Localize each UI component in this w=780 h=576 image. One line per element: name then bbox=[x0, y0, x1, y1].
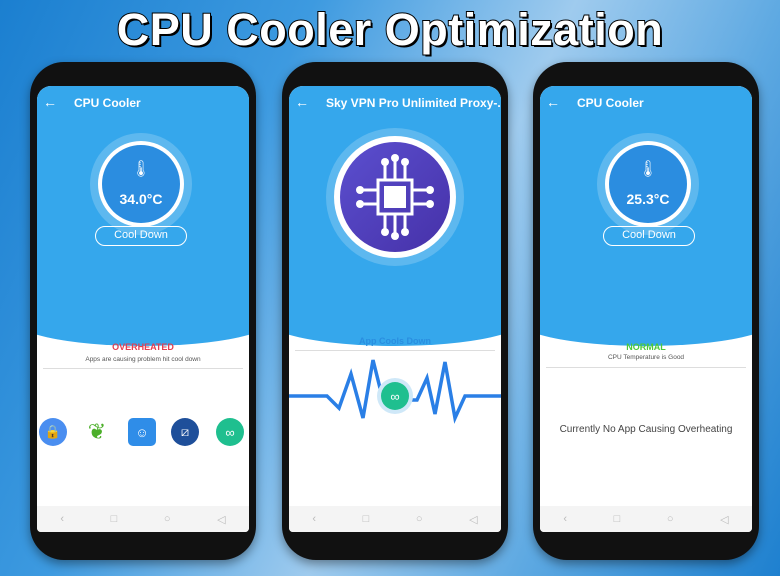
thermometer-icon: 🌡 bbox=[637, 161, 659, 178]
no-app-message: Currently No App Causing Overheating bbox=[559, 424, 733, 435]
status-label: App Cools Down bbox=[359, 336, 431, 346]
cpu-chip-badge bbox=[334, 136, 456, 258]
header-curve bbox=[540, 286, 752, 346]
app-title: CPU Cooler bbox=[74, 96, 141, 110]
screen: ← CPU Cooler 🌡 34.0°C Cool Down OVERHEAT… bbox=[37, 86, 249, 532]
back-arrow-icon[interactable]: ← bbox=[43, 94, 57, 110]
back-arrow-icon[interactable]: ← bbox=[295, 94, 309, 110]
screen: ← Sky VPN Pro Unlimited Proxy-... App Co… bbox=[289, 86, 501, 532]
temperature-gauge: 🌡 34.0°C bbox=[98, 141, 184, 227]
app-title: CPU Cooler bbox=[577, 96, 644, 110]
nav-collapse-icon[interactable]: ‹ bbox=[312, 513, 316, 525]
dna-icon[interactable]: ⧄ bbox=[171, 418, 199, 446]
status-label: OVERHEATED bbox=[112, 342, 174, 352]
nav-home-icon[interactable]: ○ bbox=[164, 513, 171, 525]
system-nav-bar: ‹ □ ○ ◁ bbox=[540, 506, 752, 532]
nav-back-icon[interactable]: ◁ bbox=[720, 513, 728, 526]
thermometer-icon: 🌡 bbox=[130, 161, 152, 178]
vpn-link-icon: ∞ bbox=[381, 382, 409, 410]
app-lock-icon[interactable]: 🔒 bbox=[39, 418, 67, 446]
cool-down-button[interactable]: Cool Down bbox=[95, 226, 187, 246]
vpn-link-icon[interactable]: ∞ bbox=[216, 418, 244, 446]
keyboard-smile-icon[interactable]: ☺ bbox=[128, 418, 156, 446]
system-nav-bar: ‹ □ ○ ◁ bbox=[289, 506, 501, 532]
maple-leaf-icon[interactable]: ❦ bbox=[83, 418, 111, 446]
nav-collapse-icon[interactable]: ‹ bbox=[60, 513, 64, 525]
nav-recent-icon[interactable]: □ bbox=[363, 513, 370, 525]
nav-back-icon[interactable]: ◁ bbox=[469, 513, 477, 526]
app-title: Sky VPN Pro Unlimited Proxy-... bbox=[326, 96, 501, 110]
nav-recent-icon[interactable]: □ bbox=[111, 513, 118, 525]
temperature-gauge: 🌡 25.3°C bbox=[605, 141, 691, 227]
temperature-value: 34.0°C bbox=[119, 191, 163, 207]
system-nav-bar: ‹ □ ○ ◁ bbox=[37, 506, 249, 532]
screen: ← CPU Cooler 🌡 25.3°C Cool Down NORMAL C… bbox=[540, 86, 752, 532]
back-arrow-icon[interactable]: ← bbox=[546, 94, 560, 110]
nav-recent-icon[interactable]: □ bbox=[614, 513, 621, 525]
phone-overheated: ← CPU Cooler 🌡 34.0°C Cool Down OVERHEAT… bbox=[30, 62, 256, 560]
divider bbox=[43, 368, 243, 369]
status-label: NORMAL bbox=[626, 342, 666, 352]
status-subtitle: CPU Temperature is Good bbox=[607, 354, 685, 361]
temperature-value: 25.3°C bbox=[626, 191, 670, 207]
nav-back-icon[interactable]: ◁ bbox=[217, 513, 225, 526]
header-curve bbox=[37, 286, 249, 346]
divider bbox=[546, 367, 746, 368]
phone-normal: ← CPU Cooler 🌡 25.3°C Cool Down NORMAL C… bbox=[533, 62, 759, 560]
nav-collapse-icon[interactable]: ‹ bbox=[563, 513, 567, 525]
banner-title: CPU Cooler Optimization bbox=[116, 3, 664, 56]
nav-home-icon[interactable]: ○ bbox=[416, 513, 423, 525]
phone-cooling: ← Sky VPN Pro Unlimited Proxy-... App Co… bbox=[282, 62, 508, 560]
nav-home-icon[interactable]: ○ bbox=[667, 513, 674, 525]
cpu-chip-icon bbox=[356, 154, 434, 240]
cool-down-button[interactable]: Cool Down bbox=[603, 226, 695, 246]
status-subtitle: Apps are causing problem hit cool down bbox=[85, 356, 201, 363]
divider bbox=[295, 350, 495, 351]
